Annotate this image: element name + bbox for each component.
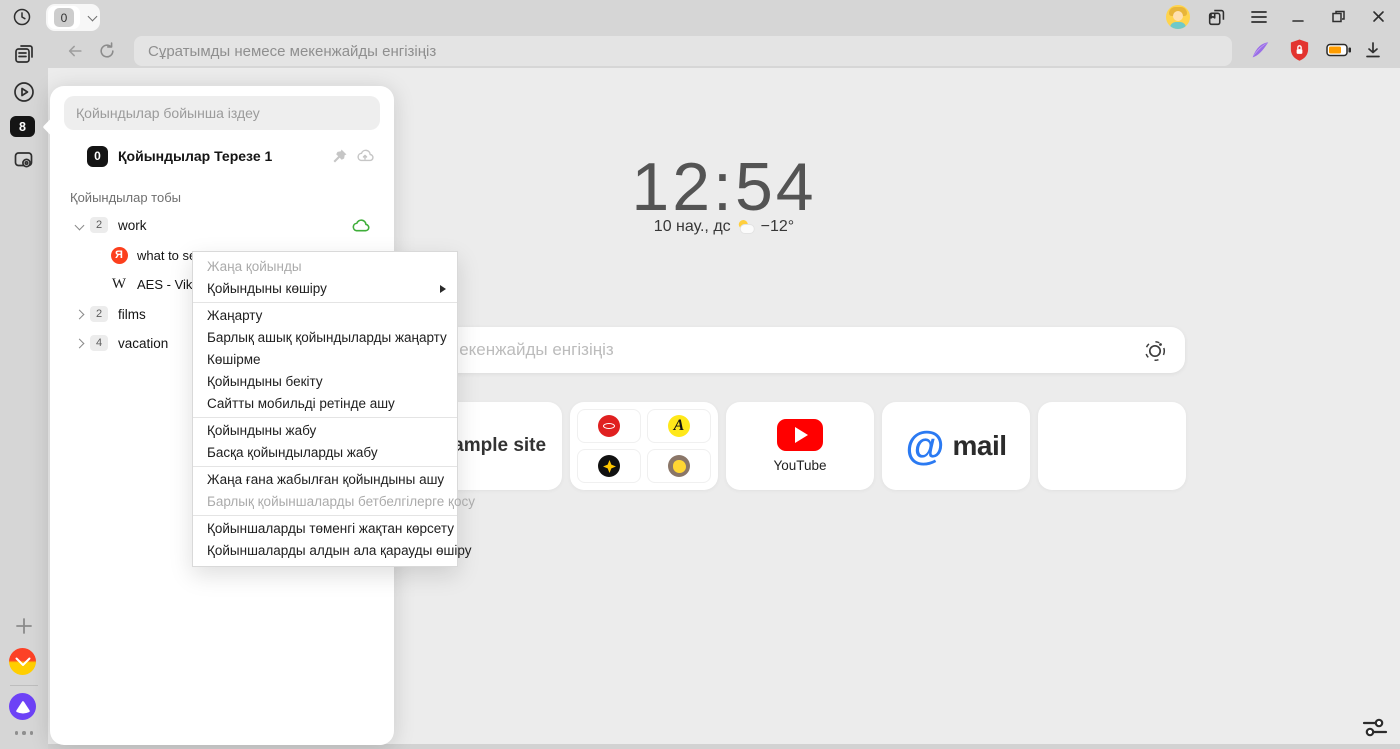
- youtube-logo: [777, 419, 823, 451]
- yandex-favicon: Я: [111, 247, 128, 264]
- panel-search: [64, 96, 380, 130]
- menu-item-copy-tab[interactable]: Қойындыны көшіру: [193, 278, 457, 300]
- tabs-panel-icon[interactable]: [10, 40, 38, 68]
- tab-badge: 0: [54, 8, 74, 27]
- menu-separator: [193, 302, 457, 303]
- group-favicon-apple[interactable]: [647, 449, 711, 483]
- menu-item-reopen-closed[interactable]: Жаңа ғана жабылған қойындыны ашу: [193, 469, 457, 491]
- active-tab[interactable]: 0: [48, 6, 80, 29]
- tab-context-menu: Жаңа қойынды Қойындыны көшіру Жаңарту Ба…: [192, 251, 458, 567]
- menu-item-close-tab[interactable]: Қойындыны жабу: [193, 420, 457, 442]
- mail-at-logo: @: [905, 426, 944, 466]
- address-input[interactable]: [134, 43, 1232, 60]
- tile-tab-group[interactable]: A: [570, 402, 718, 490]
- menu-separator: [193, 466, 457, 467]
- group-favicon-afisha[interactable]: A: [647, 409, 711, 443]
- video-play-icon[interactable]: [10, 78, 38, 106]
- date-text: 10 нау., дс: [654, 218, 731, 236]
- menu-item-close-others[interactable]: Басқа қойындыларды жабу: [193, 442, 457, 464]
- window-title: Қойындылар Терезе 1: [118, 148, 272, 164]
- minimize-button[interactable]: [1288, 8, 1308, 26]
- download-icon[interactable]: [1362, 39, 1384, 61]
- window-row[interactable]: 0 Қойындылар Терезе 1: [50, 143, 394, 169]
- group-favicon-burst[interactable]: [577, 449, 641, 483]
- menu-item-duplicate[interactable]: Көшірме: [193, 349, 457, 371]
- chevron-right-icon[interactable]: [74, 338, 84, 348]
- group-name: vacation: [118, 336, 168, 351]
- tab-count-badge[interactable]: 8: [10, 116, 35, 137]
- chevron-right-icon[interactable]: [74, 309, 84, 319]
- menu-item-bookmark-all: Барлық қойыншаларды бетбелгілерге қосу: [193, 491, 457, 513]
- tab-dropdown-chevron-icon[interactable]: [88, 11, 98, 21]
- close-button[interactable]: [1368, 7, 1388, 25]
- menu-item-show-tabs-bottom[interactable]: Қойыншаларды төменгі жақтан көрсету: [193, 518, 457, 540]
- group-count: 2: [90, 306, 108, 322]
- cloud-sync-icon[interactable]: [356, 148, 374, 164]
- tile-label: YouTube: [773, 458, 826, 473]
- tile-empty[interactable]: [1038, 402, 1186, 490]
- group-favicon-auto[interactable]: [577, 409, 641, 443]
- menu-item-open-mobile[interactable]: Сайтты мобильді ретінде ашу: [193, 393, 457, 415]
- tile-youtube[interactable]: YouTube: [726, 402, 874, 490]
- address-bar: [134, 36, 1232, 66]
- yandex-mail-icon[interactable]: [9, 648, 36, 675]
- pin-icon[interactable]: [332, 148, 348, 164]
- refresh-button[interactable]: [96, 40, 118, 62]
- pen-feather-icon[interactable]: [1248, 38, 1272, 62]
- menu-item-new-tab: Жаңа қойынды: [193, 256, 457, 278]
- history-clock-icon[interactable]: [10, 5, 34, 29]
- panel-search-input[interactable]: [64, 105, 380, 121]
- temperature: −12°: [761, 218, 795, 236]
- menu-separator: [193, 515, 457, 516]
- date-weather-row[interactable]: 10 нау., дс −12°: [654, 218, 794, 236]
- cloud-synced-icon[interactable]: [351, 218, 370, 233]
- group-count: 2: [90, 217, 108, 233]
- group-name: work: [118, 218, 147, 233]
- menu-item-pin-tab[interactable]: Қойындыны бекіту: [193, 371, 457, 393]
- groups-heading: Қойындылар тобы: [70, 190, 181, 205]
- rail-divider: [10, 685, 38, 686]
- add-plus-icon[interactable]: [10, 612, 38, 640]
- chevron-down-icon[interactable]: [74, 220, 84, 230]
- clock: 12:54: [631, 148, 816, 226]
- menu-hamburger-icon[interactable]: [1248, 7, 1270, 27]
- protect-shield-icon[interactable]: [1287, 37, 1311, 63]
- battery-icon[interactable]: [1326, 41, 1352, 59]
- tile-mail[interactable]: @ mail: [882, 402, 1030, 490]
- menu-item-disable-tab-preview[interactable]: Қойыншаларды алдын ала қарауды өшіру: [193, 540, 457, 562]
- restore-button[interactable]: [1328, 7, 1348, 25]
- tab-strip: 0: [46, 4, 100, 31]
- more-dots-icon[interactable]: [12, 729, 36, 737]
- group-name: films: [118, 307, 146, 322]
- smart-camera-icon[interactable]: [1143, 338, 1167, 362]
- collections-icon[interactable]: [1205, 5, 1229, 29]
- alice-assistant-icon[interactable]: [9, 693, 36, 720]
- menu-item-refresh[interactable]: Жаңарту: [193, 305, 457, 327]
- tile-label: mail: [952, 430, 1006, 462]
- screenshot-camera-icon[interactable]: [10, 146, 38, 174]
- group-count: 4: [90, 335, 108, 351]
- profile-avatar[interactable]: [1166, 5, 1190, 29]
- menu-separator: [193, 417, 457, 418]
- sun-behind-cloud-icon: [737, 219, 755, 235]
- group-row-work[interactable]: 2 work: [50, 213, 394, 237]
- wikipedia-favicon: W: [112, 276, 126, 293]
- back-button[interactable]: [64, 40, 86, 62]
- menu-item-refresh-all[interactable]: Барлық ашық қойындыларды жаңарту: [193, 327, 457, 349]
- browser-window: 0 8: [0, 0, 1400, 749]
- window-badge: 0: [87, 146, 108, 167]
- submenu-arrow-icon: [440, 285, 446, 293]
- background-settings-sliders-icon[interactable]: [1358, 712, 1392, 742]
